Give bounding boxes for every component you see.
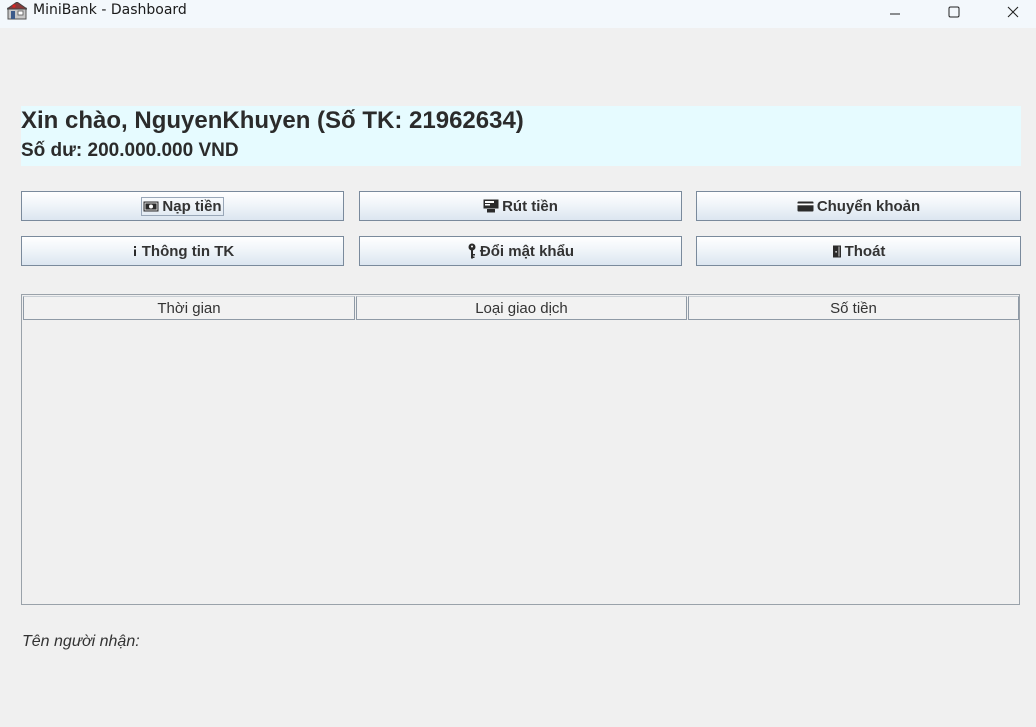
logout-button[interactable]: Thoát (696, 236, 1021, 266)
maximize-button[interactable] (931, 0, 977, 24)
account-header: Xin chào, NguyenKhuyen (Số TK: 21962634)… (21, 106, 1021, 166)
change-password-button[interactable]: Đổi mật khẩu (359, 236, 682, 266)
key-icon (467, 243, 477, 259)
table-header: Thời gian Loại giao dịch Số tiền (23, 296, 1020, 321)
title-bar[interactable]: MiniBank - Dashboard (0, 0, 1036, 28)
close-icon (1007, 6, 1019, 18)
deposit-button[interactable]: Nạp tiền (21, 191, 344, 221)
card-icon (797, 201, 814, 212)
java-app-icon (7, 2, 27, 20)
focus-indicator: Nạp tiền (141, 196, 224, 216)
withdraw-button[interactable]: Rút tiền (359, 191, 682, 221)
transactions-table[interactable]: Thời gian Loại giao dịch Số tiền (21, 294, 1020, 605)
maximize-icon (948, 6, 960, 18)
main-window: MiniBank - Dashboard Xin chào, NguyenKhu… (0, 0, 1036, 727)
atm-icon (483, 199, 499, 213)
info-icon (131, 245, 139, 257)
transfer-label: Chuyển khoản (816, 197, 921, 215)
column-header-amount[interactable]: Số tiền (688, 296, 1019, 320)
minimize-icon (890, 13, 900, 15)
window-title: MiniBank - Dashboard (33, 2, 187, 18)
cash-icon (143, 201, 159, 212)
minimize-button[interactable] (872, 0, 918, 24)
change-password-label: Đổi mật khẩu (479, 242, 575, 260)
logout-label: Thoát (844, 242, 886, 260)
account-info-button[interactable]: Thông tin TK (21, 236, 344, 266)
greeting-text: Xin chào, NguyenKhuyen (Số TK: 21962634) (21, 107, 524, 134)
column-header-time[interactable]: Thời gian (23, 296, 355, 320)
balance-text: Số dư: 200.000.000 VND (21, 140, 239, 161)
deposit-label: Nạp tiền (162, 197, 222, 215)
account-info-label: Thông tin TK (141, 242, 235, 260)
withdraw-label: Rút tiền (502, 197, 558, 215)
door-icon (832, 245, 842, 258)
column-header-type[interactable]: Loại giao dịch (356, 296, 687, 320)
close-button[interactable] (990, 0, 1036, 24)
recipient-name-label: Tên người nhận: (22, 633, 140, 650)
transfer-button[interactable]: Chuyển khoản (696, 191, 1021, 221)
